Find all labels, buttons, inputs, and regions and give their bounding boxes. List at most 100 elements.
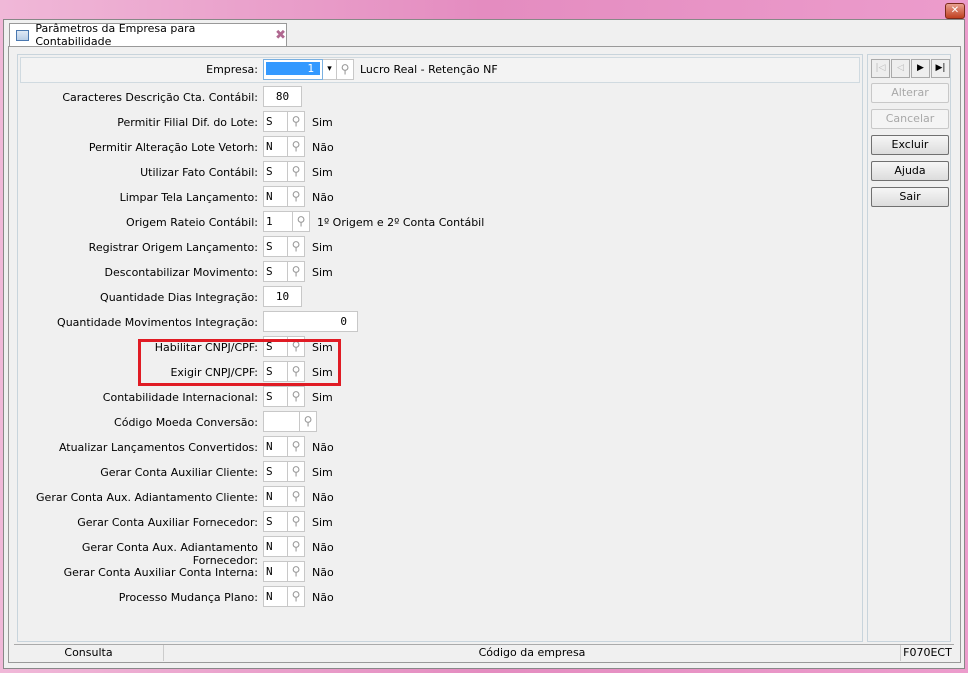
form-row: Limpar Tela Lançamento: N ⚲ Não bbox=[18, 186, 618, 208]
field-input[interactable]: N bbox=[263, 186, 288, 207]
sair-button[interactable]: Sair bbox=[871, 187, 949, 207]
field-input[interactable]: N bbox=[263, 136, 288, 157]
status-code: F070ECT bbox=[903, 646, 952, 659]
search-icon[interactable]: ⚲ bbox=[288, 236, 305, 257]
field-label: Atualizar Lançamentos Convertidos: bbox=[58, 441, 258, 454]
form-row: Atualizar Lançamentos Convertidos: N ⚲ N… bbox=[18, 436, 618, 458]
field-input[interactable]: S bbox=[263, 236, 288, 257]
field-input[interactable]: N bbox=[263, 586, 288, 607]
field-input[interactable]: S bbox=[263, 511, 288, 532]
field-description: Não bbox=[312, 591, 334, 604]
field-label: Descontabilizar Movimento: bbox=[104, 266, 258, 279]
search-icon[interactable]: ⚲ bbox=[288, 111, 305, 132]
empresa-header: Empresa: 1 ▾ ⚲ Lucro Real - Retenção NF bbox=[20, 57, 860, 83]
empresa-search-icon[interactable]: ⚲ bbox=[337, 59, 354, 80]
status-hint: Código da empresa bbox=[164, 645, 901, 661]
previous-record-button[interactable]: ◁ bbox=[891, 59, 910, 78]
search-icon[interactable]: ⚲ bbox=[288, 186, 305, 207]
form-row: Caracteres Descrição Cta. Contábil: 80 bbox=[18, 86, 618, 108]
field-description: Sim bbox=[312, 516, 333, 529]
field-description: 1º Origem e 2º Conta Contábil bbox=[317, 216, 485, 229]
search-icon[interactable]: ⚲ bbox=[288, 461, 305, 482]
field-label: Gerar Conta Auxiliar Fornecedor: bbox=[77, 516, 258, 529]
search-icon[interactable]: ⚲ bbox=[288, 586, 305, 607]
empresa-description: Lucro Real - Retenção NF bbox=[360, 63, 498, 76]
field-description: Sim bbox=[312, 391, 333, 404]
alterar-button[interactable]: Alterar bbox=[871, 83, 949, 103]
search-icon[interactable]: ⚲ bbox=[288, 486, 305, 507]
search-icon[interactable]: ⚲ bbox=[288, 136, 305, 157]
field-description: Não bbox=[312, 191, 334, 204]
form-row: Processo Mudança Plano: N ⚲ Não bbox=[18, 586, 618, 608]
form-row: Código Moeda Conversão: ⚲ bbox=[18, 411, 618, 433]
field-input[interactable]: 1 bbox=[263, 211, 293, 232]
form-row: Gerar Conta Auxiliar Cliente: S ⚲ Sim bbox=[18, 461, 618, 483]
form-row: Quantidade Dias Integração: 10 bbox=[18, 286, 618, 308]
empresa-label: Empresa: bbox=[206, 63, 258, 76]
field-label: Gerar Conta Aux. Adiantamento Cliente: bbox=[36, 491, 258, 504]
status-mode: Consulta bbox=[14, 645, 164, 661]
field-input[interactable]: N bbox=[263, 536, 288, 557]
search-icon[interactable]: ⚲ bbox=[288, 561, 305, 582]
field-input[interactable]: S bbox=[263, 111, 288, 132]
search-icon[interactable]: ⚲ bbox=[288, 161, 305, 182]
field-description: Sim bbox=[312, 116, 333, 129]
search-icon[interactable]: ⚲ bbox=[293, 211, 310, 232]
search-icon[interactable]: ⚲ bbox=[288, 436, 305, 457]
ajuda-button[interactable]: Ajuda bbox=[871, 161, 949, 181]
search-icon[interactable]: ⚲ bbox=[288, 536, 305, 557]
field-label: Utilizar Fato Contábil: bbox=[140, 166, 258, 179]
field-label: Limpar Tela Lançamento: bbox=[119, 191, 258, 204]
empresa-input[interactable]: 1 bbox=[263, 59, 323, 80]
field-description: Não bbox=[312, 566, 334, 579]
empresa-dropdown-icon[interactable]: ▾ bbox=[323, 59, 337, 80]
tab-parametros[interactable]: Parâmetros da Empresa para Contabilidade… bbox=[9, 22, 287, 48]
field-input[interactable]: S bbox=[263, 161, 288, 182]
field-input[interactable]: S bbox=[263, 261, 288, 282]
window-close-button[interactable]: ✕ bbox=[945, 3, 965, 19]
action-panel: |◁ ◁ ▶ ▶| Alterar Cancelar Excluir Ajuda… bbox=[867, 54, 951, 642]
field-input[interactable]: S bbox=[263, 461, 288, 482]
field-label: Gerar Conta Auxiliar Cliente: bbox=[100, 466, 258, 479]
form-row: Permitir Filial Dif. do Lote: S ⚲ Sim bbox=[18, 111, 618, 133]
search-icon[interactable]: ⚲ bbox=[300, 411, 317, 432]
field-label: Permitir Alteração Lote Vetorh: bbox=[88, 141, 258, 154]
field-label: Quantidade Dias Integração: bbox=[100, 291, 258, 304]
cancelar-button[interactable]: Cancelar bbox=[871, 109, 949, 129]
form-row: Descontabilizar Movimento: S ⚲ Sim bbox=[18, 261, 618, 283]
field-input[interactable] bbox=[263, 411, 300, 432]
field-input[interactable]: N bbox=[263, 436, 288, 457]
excluir-button[interactable]: Excluir bbox=[871, 135, 949, 155]
field-label: Permitir Filial Dif. do Lote: bbox=[117, 116, 258, 129]
field-label: Origem Rateio Contábil: bbox=[126, 216, 258, 229]
field-input[interactable]: 0 bbox=[263, 311, 358, 332]
search-icon[interactable]: ⚲ bbox=[288, 261, 305, 282]
form-row: Gerar Conta Auxiliar Conta Interna: N ⚲ … bbox=[18, 561, 618, 583]
form-panel: Empresa: 1 ▾ ⚲ Lucro Real - Retenção NF … bbox=[17, 54, 863, 642]
field-label: Processo Mudança Plano: bbox=[118, 591, 258, 604]
form-row: Gerar Conta Aux. Adiantamento Cliente: N… bbox=[18, 486, 618, 508]
field-description: Não bbox=[312, 541, 334, 554]
form-row: Permitir Alteração Lote Vetorh: N ⚲ Não bbox=[18, 136, 618, 158]
tab-title: Parâmetros da Empresa para Contabilidade bbox=[35, 22, 196, 48]
field-description: Sim bbox=[312, 166, 333, 179]
tab-close-icon[interactable]: ✖ bbox=[275, 28, 286, 43]
last-record-button[interactable]: ▶| bbox=[931, 59, 950, 78]
field-input[interactable]: 80 bbox=[263, 86, 302, 107]
first-record-button[interactable]: |◁ bbox=[871, 59, 890, 78]
form-frame: Empresa: 1 ▾ ⚲ Lucro Real - Retenção NF … bbox=[8, 46, 961, 663]
field-label: Código Moeda Conversão: bbox=[114, 416, 258, 429]
field-input[interactable]: S bbox=[263, 386, 288, 407]
field-description: Sim bbox=[312, 241, 333, 254]
field-description: Sim bbox=[312, 266, 333, 279]
search-icon[interactable]: ⚲ bbox=[288, 511, 305, 532]
form-row: Gerar Conta Aux. Adiantamento Fornecedor… bbox=[18, 536, 618, 567]
field-input[interactable]: N bbox=[263, 486, 288, 507]
status-bar: Consulta Código da empresa F070ECT bbox=[14, 644, 954, 661]
field-label: Gerar Conta Auxiliar Conta Interna: bbox=[63, 566, 258, 579]
field-input[interactable]: 10 bbox=[263, 286, 302, 307]
field-input[interactable]: N bbox=[263, 561, 288, 582]
search-icon[interactable]: ⚲ bbox=[288, 386, 305, 407]
form-row: Contabilidade Internacional: S ⚲ Sim bbox=[18, 386, 618, 408]
next-record-button[interactable]: ▶ bbox=[911, 59, 930, 78]
